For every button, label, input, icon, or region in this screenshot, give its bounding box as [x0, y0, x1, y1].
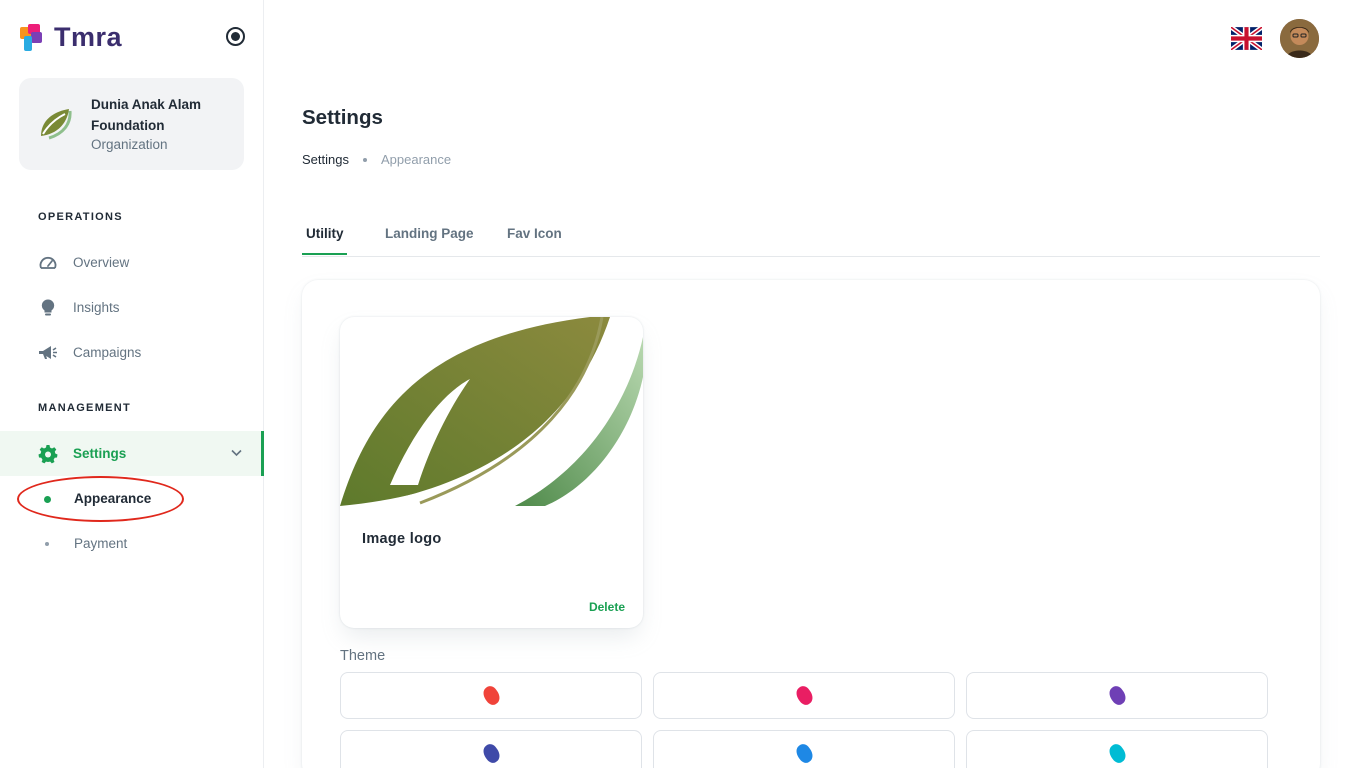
- sidebar-item-insights[interactable]: Insights: [0, 285, 264, 330]
- organization-leaf-icon: [41, 109, 72, 140]
- app-root: Tmra Dunia Anak Alam Foundation Organiza…: [0, 0, 1358, 768]
- theme-option[interactable]: [653, 672, 955, 719]
- theme-option[interactable]: [966, 672, 1268, 719]
- delete-logo-button[interactable]: Delete: [589, 600, 625, 614]
- user-avatar[interactable]: [1280, 19, 1319, 58]
- sidebar-item-settings[interactable]: Settings: [0, 431, 264, 476]
- sidebar-item-label: Overview: [73, 255, 130, 270]
- sidebar-subitem-label: Payment: [74, 536, 128, 551]
- color-swatch-icon: [793, 683, 816, 708]
- tab-indicator: [302, 253, 347, 255]
- appearance-panel: Image logo Delete Theme: [302, 280, 1320, 768]
- color-swatch-icon: [480, 741, 503, 766]
- theme-option[interactable]: [653, 730, 955, 768]
- theme-option[interactable]: [340, 672, 642, 719]
- sidebar-item-overview[interactable]: Overview: [0, 240, 264, 285]
- tab-utility[interactable]: Utility: [306, 226, 344, 241]
- sidebar: Tmra Dunia Anak Alam Foundation Organiza…: [0, 0, 264, 768]
- organization-card[interactable]: Dunia Anak Alam Foundation Organization: [19, 78, 244, 170]
- gauge-icon: [39, 256, 57, 269]
- app-name: Tmra: [54, 22, 123, 52]
- gear-icon: [38, 445, 58, 464]
- breadcrumb-separator: [362, 157, 367, 162]
- section-operations: OPERATIONS: [38, 211, 123, 223]
- settings-tabs: Utility Landing Page Fav Icon: [302, 220, 1320, 257]
- theme-label: Theme: [340, 648, 386, 664]
- color-swatch-icon: [1106, 683, 1129, 708]
- color-swatch-icon: [480, 683, 503, 708]
- organization-name: Dunia Anak Alam Foundation: [91, 97, 202, 133]
- color-swatch-icon: [793, 741, 816, 766]
- bullet-icon: [45, 542, 49, 546]
- organization-logo-image: [340, 317, 643, 506]
- tab-landing-page[interactable]: Landing Page: [385, 226, 474, 241]
- breadcrumb-item[interactable]: Settings: [302, 152, 349, 167]
- logo-card: Image logo Delete: [340, 317, 643, 628]
- megaphone-icon: [39, 346, 57, 359]
- theme-option[interactable]: [966, 730, 1268, 768]
- organization-role: Organization: [91, 137, 168, 152]
- tab-fav-icon[interactable]: Fav Icon: [507, 226, 562, 241]
- sidebar-subitem-payment[interactable]: Payment: [0, 524, 264, 564]
- breadcrumb: Settings Appearance: [302, 152, 451, 167]
- lightbulb-icon: [41, 299, 55, 316]
- sidebar-item-label: Insights: [73, 300, 120, 315]
- color-swatch-icon: [1106, 741, 1129, 766]
- logo-caption: Image logo: [362, 531, 442, 547]
- tmra-logo-icon: [20, 23, 42, 51]
- sidebar-item-campaigns[interactable]: Campaigns: [0, 330, 264, 375]
- uk-flag-icon[interactable]: [1231, 27, 1262, 50]
- chevron-down-icon: [231, 449, 242, 457]
- section-management: MANAGEMENT: [38, 402, 132, 414]
- app-logo[interactable]: Tmra: [18, 22, 122, 53]
- sidebar-item-label: Campaigns: [73, 345, 142, 360]
- sidebar-item-label: Settings: [73, 446, 127, 461]
- annotation-circle: [17, 476, 184, 522]
- active-indicator: [261, 431, 264, 476]
- theme-option[interactable]: [340, 730, 642, 768]
- page-title: Settings: [302, 106, 383, 129]
- breadcrumb-item-current: Appearance: [380, 152, 452, 167]
- collapse-sidebar-icon[interactable]: [226, 27, 245, 46]
